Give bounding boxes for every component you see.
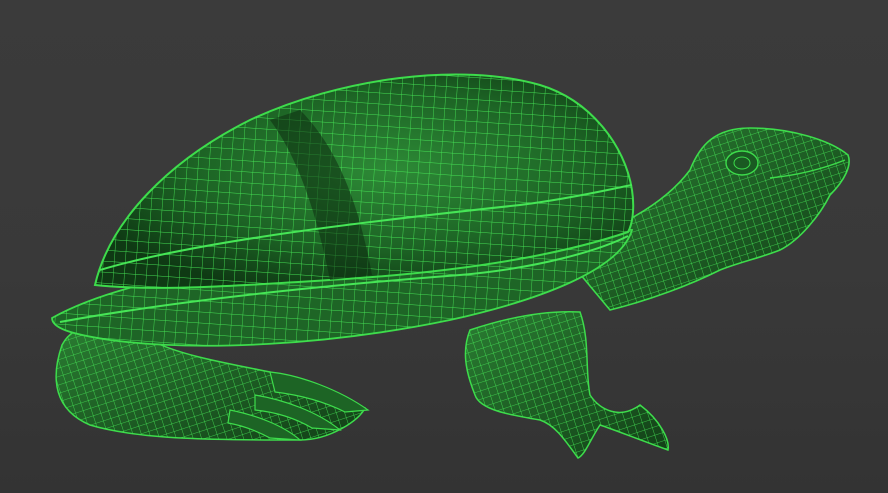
eye-icon [725,150,759,176]
3d-viewport[interactable] [0,0,888,493]
turtle-wireframe-model [51,73,850,459]
front-leg [464,310,669,459]
